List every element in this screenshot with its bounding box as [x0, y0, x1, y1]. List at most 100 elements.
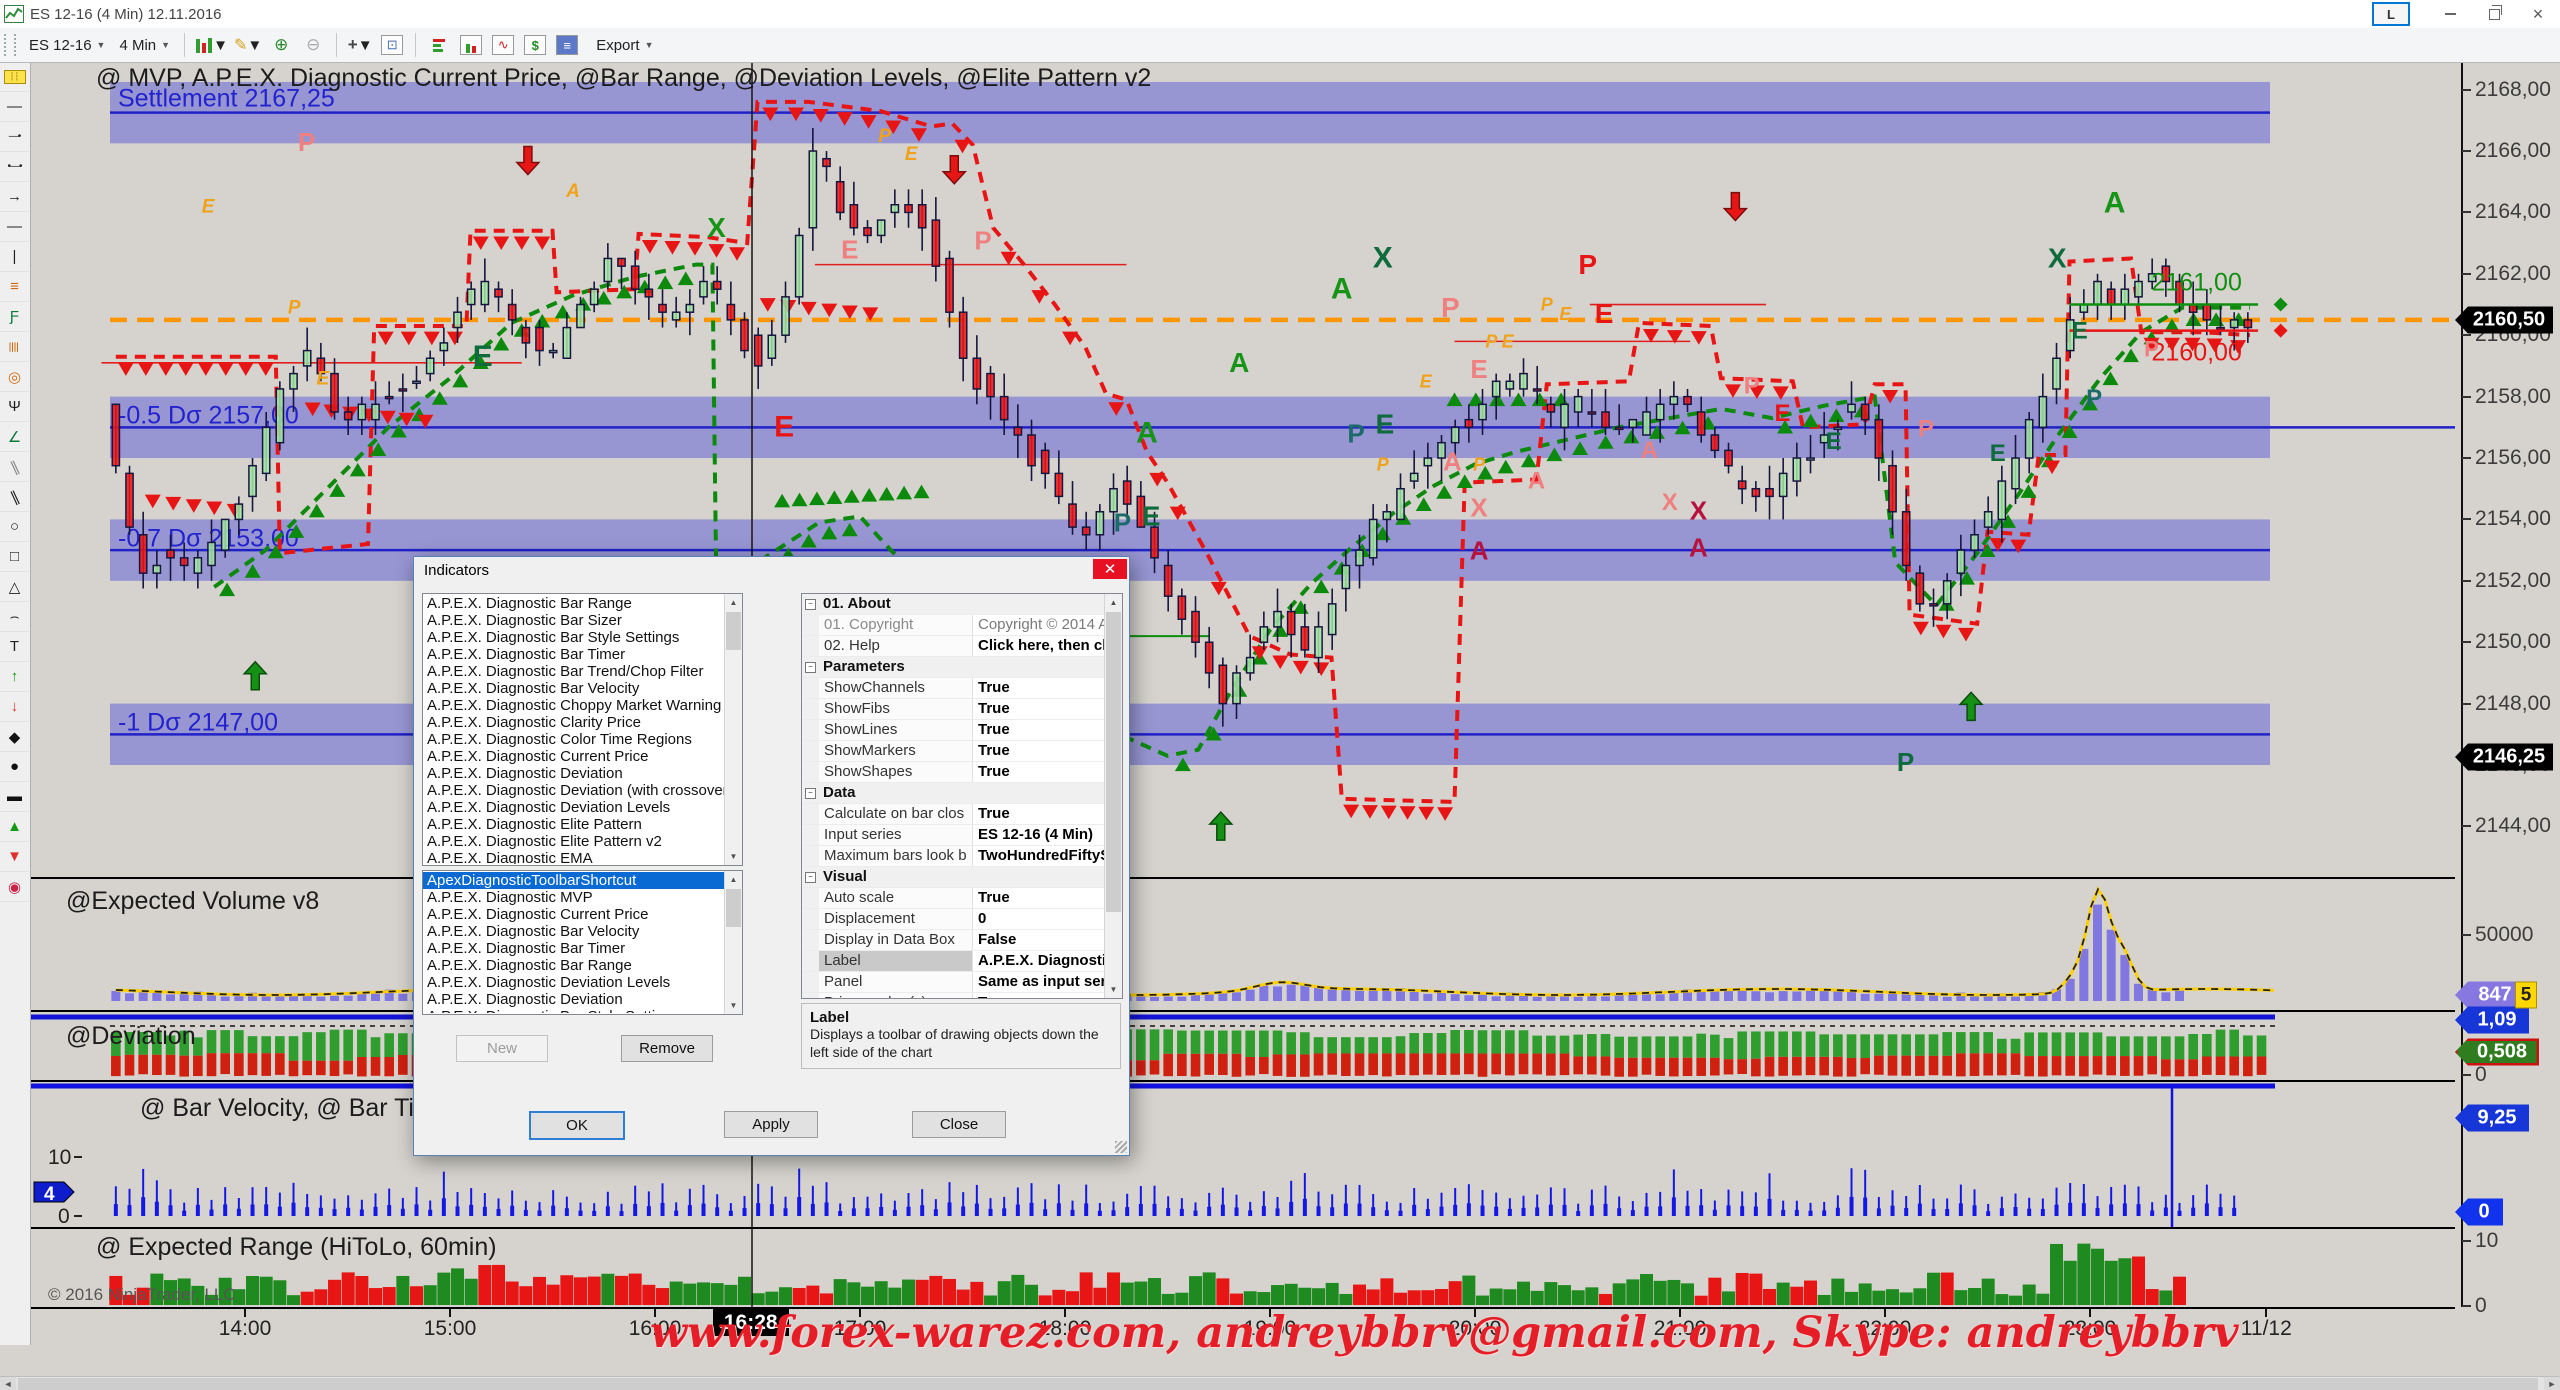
property-value[interactable]: TwoHundredFiftySix	[973, 846, 1105, 866]
property-value[interactable]: A.P.E.X. Diagnostic	[973, 951, 1105, 971]
property-row[interactable]: Price marker(s)True	[802, 993, 1105, 998]
property-row[interactable]: Calculate on bar closTrue	[802, 804, 1105, 825]
property-row[interactable]: LabelA.P.E.X. Diagnostic	[802, 951, 1105, 972]
regression-channel-tool[interactable]: ∥	[0, 452, 29, 482]
report-button[interactable]: ≡	[551, 32, 583, 58]
ok-button[interactable]: OK	[529, 1111, 625, 1140]
property-row[interactable]: −Visual	[802, 867, 1105, 888]
diamond-marker-tool[interactable]: ◆	[0, 722, 29, 752]
property-value[interactable]: True	[973, 720, 1105, 740]
scrollbar-thumb[interactable]	[726, 612, 741, 650]
list-item[interactable]: A.P.E.X. Diagnostic Deviation Levels	[423, 974, 725, 991]
scroll-up-icon[interactable]: ▲	[725, 594, 742, 611]
property-value[interactable]: True	[973, 741, 1105, 761]
triangle-up-marker-tool[interactable]: ▲	[0, 812, 29, 842]
list-item[interactable]: A.P.E.X. Diagnostic EMA	[423, 850, 725, 864]
volume-panel[interactable]: @Expected Volume v8	[30, 877, 2455, 1012]
property-row[interactable]: ShowShapesTrue	[802, 762, 1105, 783]
property-value[interactable]: Click here, then click	[973, 636, 1105, 656]
collapse-icon[interactable]: −	[805, 872, 816, 883]
property-value[interactable]: True	[973, 888, 1105, 908]
triangle-tool[interactable]: △	[0, 572, 29, 602]
ruler-tool[interactable]: ┆┆	[0, 62, 29, 92]
collapse-icon[interactable]: −	[805, 599, 816, 610]
property-row[interactable]: ShowFibsTrue	[802, 699, 1105, 720]
property-row[interactable]: Display in Data BoxFalse	[802, 930, 1105, 951]
gann-fan-tool[interactable]: ∠	[0, 422, 29, 452]
horizontal-scrollbar[interactable]: ◄ ►	[0, 1376, 2560, 1390]
remove-button[interactable]: Remove	[621, 1035, 713, 1062]
velocity-panel[interactable]: 1004 @ Bar Velocity, @ Bar Timer	[30, 1080, 2455, 1229]
property-row[interactable]: 02. HelpClick here, then click	[802, 636, 1105, 657]
drawing-tools-button[interactable]: ✎▼	[231, 32, 265, 58]
property-row[interactable]: ShowChannelsTrue	[802, 678, 1105, 699]
account-button[interactable]: $	[519, 32, 551, 58]
ray-tool[interactable]: ―•	[0, 122, 29, 152]
dialog-title-bar[interactable]: Indicators ✕	[414, 557, 1129, 584]
property-row[interactable]: −Parameters	[802, 657, 1105, 678]
available-indicators-list[interactable]: A.P.E.X. Diagnostic Bar RangeA.P.E.X. Di…	[422, 593, 743, 866]
list-item[interactable]: A.P.E.X. Diagnostic Bar Velocity	[423, 680, 725, 697]
property-row[interactable]: PanelSame as input series	[802, 972, 1105, 993]
parallel-channel-tool[interactable]: ∥	[0, 482, 29, 512]
list-item[interactable]: A.P.E.X. Diagnostic Bar Range	[423, 595, 725, 612]
grid-scrollbar[interactable]: ▲▼	[1104, 594, 1122, 998]
scroll-up-icon[interactable]: ▲	[725, 871, 742, 888]
restore-button[interactable]	[2472, 1, 2516, 27]
list-item[interactable]: A.P.E.X. Diagnostic Clarity Price	[423, 714, 725, 731]
market-analyzer-button[interactable]	[423, 32, 455, 58]
list-item[interactable]: A.P.E.X. Diagnostic Bar Timer	[423, 940, 725, 957]
property-row[interactable]: Maximum bars look bTwoHundredFiftySix	[802, 846, 1105, 867]
horizontal-line-tool[interactable]: ―	[0, 212, 29, 242]
property-row[interactable]: Auto scaleTrue	[802, 888, 1105, 909]
range-panel[interactable]: @ Expected Range (HiToLo, 60min) © 2016 …	[30, 1227, 2455, 1309]
list-item[interactable]: A.P.E.X. Diagnostic Bar Style Settings	[423, 1008, 725, 1013]
scrollbar-thumb[interactable]	[1106, 612, 1121, 912]
arrow-down-marker-tool[interactable]: ↓	[0, 692, 29, 722]
property-value[interactable]: 0	[973, 909, 1105, 929]
list-item[interactable]: A.P.E.X. Diagnostic Deviation	[423, 765, 725, 782]
property-value[interactable]: Same as input series	[973, 972, 1105, 992]
list-item[interactable]: A.P.E.X. Diagnostic Choppy Market Warnin…	[423, 697, 725, 714]
dialog-resize-grip[interactable]	[1115, 1141, 1127, 1153]
price-panel[interactable]: -0.5 Dσ 2157,00-0.7 Dσ 2153,00-1 Dσ 2147…	[30, 62, 2455, 877]
collapse-icon[interactable]: −	[805, 788, 816, 799]
list-item[interactable]: A.P.E.X. Diagnostic Bar Trend/Chop Filte…	[423, 663, 725, 680]
fib-extension-tool[interactable]: Ƒ	[0, 302, 29, 332]
list-item[interactable]: A.P.E.X. Diagnostic Deviation (with cros…	[423, 782, 725, 799]
list-item[interactable]: A.P.E.X. Diagnostic Color Time Regions	[423, 731, 725, 748]
scroll-down-icon[interactable]: ▼	[725, 997, 742, 1014]
list-item[interactable]: A.P.E.X. Diagnostic Elite Pattern	[423, 816, 725, 833]
indicator-properties-grid[interactable]: −01. About01. CopyrightCopyright © 2014 …	[801, 593, 1123, 999]
triangle-down-marker-tool[interactable]: ▼	[0, 842, 29, 872]
new-button[interactable]: New	[456, 1035, 548, 1062]
arc-tool[interactable]: ⌢	[0, 602, 29, 632]
property-value[interactable]: False	[973, 930, 1105, 950]
list-item[interactable]: A.P.E.X. Diagnostic MVP	[423, 889, 725, 906]
chart-style-button[interactable]: ▼	[192, 32, 231, 58]
zoom-window-button[interactable]: ⊡	[376, 32, 408, 58]
property-row[interactable]: 01. CopyrightCopyright © 2014 Apex I	[802, 615, 1105, 636]
rectangle-tool[interactable]: □	[0, 542, 29, 572]
chart-window-button[interactable]	[455, 32, 487, 58]
dot-marker-tool[interactable]: ●	[0, 752, 29, 782]
collapse-icon[interactable]: −	[805, 662, 816, 673]
layout-button[interactable]: L	[2372, 2, 2410, 26]
list-item[interactable]: A.P.E.X. Diagnostic Bar Sizer	[423, 612, 725, 629]
crosshair-button[interactable]: +▼	[344, 32, 376, 58]
list-item[interactable]: A.P.E.X. Diagnostic Deviation	[423, 991, 725, 1008]
scrollbar-thumb[interactable]	[18, 1378, 2538, 1390]
ellipse-tool[interactable]: ○	[0, 512, 29, 542]
extended-line-tool[interactable]: •―•	[0, 152, 29, 182]
toolbar-grip[interactable]	[4, 34, 16, 56]
list-item[interactable]: A.P.E.X. Diagnostic Elite Pattern v2	[423, 833, 725, 850]
property-value[interactable]: ES 12-16 (4 Min)	[973, 825, 1105, 845]
minimize-button[interactable]	[2428, 1, 2472, 27]
zoom-in-button[interactable]: ⊕	[265, 32, 297, 58]
scrollbar-thumb[interactable]	[726, 889, 741, 927]
property-row[interactable]: ShowLinesTrue	[802, 720, 1105, 741]
line-chart-button[interactable]: ∿	[487, 32, 519, 58]
fib-retracement-tool[interactable]: ≡	[0, 272, 29, 302]
vertical-line-tool[interactable]: |	[0, 242, 29, 272]
property-value[interactable]: True	[973, 804, 1105, 824]
